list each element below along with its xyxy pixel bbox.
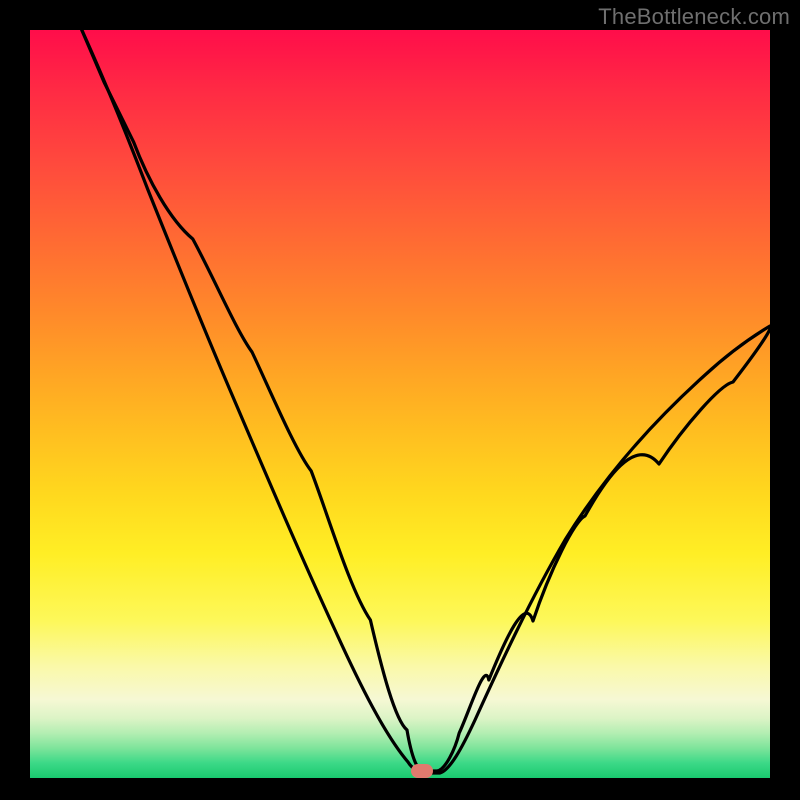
- chart-frame: TheBottleneck.com: [0, 0, 800, 800]
- watermark-text: TheBottleneck.com: [598, 4, 790, 30]
- optimum-marker: [411, 764, 433, 778]
- bottleneck-curve: [30, 30, 770, 778]
- plot-area: [30, 30, 770, 778]
